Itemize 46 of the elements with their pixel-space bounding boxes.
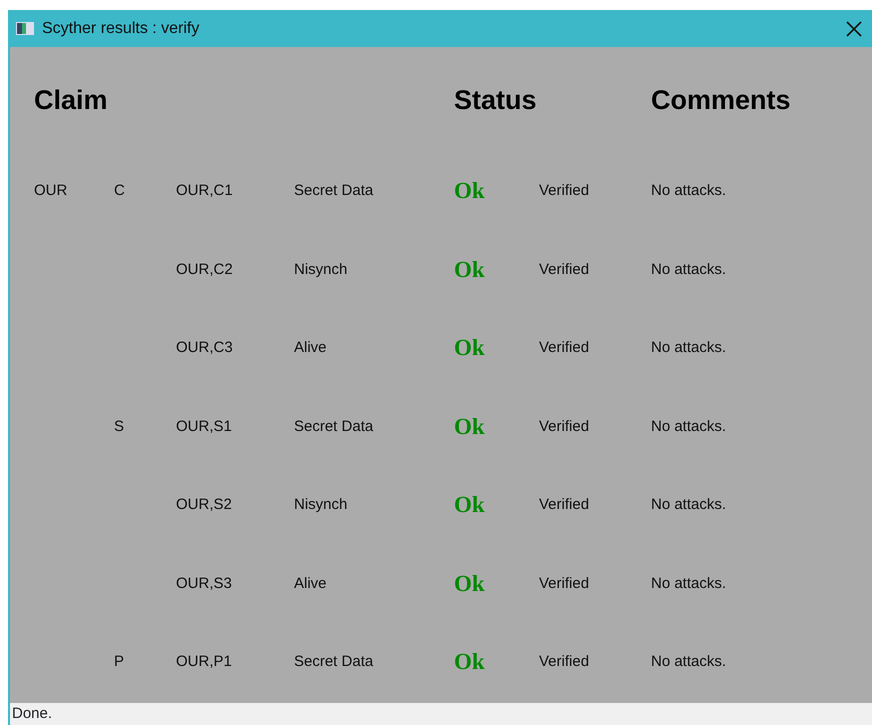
status-text: Ok	[454, 648, 485, 676]
status-text: Ok	[454, 412, 485, 441]
comment-cell-text: No attacks.	[651, 260, 726, 280]
claim-id-cell-text: OUR,S2	[176, 495, 232, 516]
result-cell-text: Verified	[539, 495, 590, 516]
comment-cell-text: No attacks.	[651, 338, 726, 358]
claim-id-cell-text: OUR,P1	[176, 652, 232, 672]
column-header: Claim	[34, 84, 108, 118]
claim-type-cell-text: Alive	[294, 574, 327, 594]
claim-type-cell-text: Secret Data	[294, 652, 374, 672]
result-cell-text: Verified	[539, 338, 590, 358]
status-text: Ok	[454, 177, 485, 206]
column-header: Comments	[651, 84, 791, 118]
claim-id-cell-text: OUR,C1	[176, 181, 233, 202]
status-text: Done.	[12, 704, 52, 724]
claim-type-cell-text: Secret Data	[294, 416, 374, 437]
comment-cell-text: No attacks.	[651, 181, 726, 202]
window-title: Scyther results : verify	[42, 18, 200, 38]
comment-cell-text: No attacks.	[651, 652, 726, 672]
comment-cell-text: No attacks.	[651, 574, 726, 594]
role-cell-text: C	[114, 181, 125, 202]
column-header: Status	[454, 84, 537, 118]
claim-id-cell-text: OUR,C2	[176, 260, 233, 280]
window-icon	[16, 22, 34, 35]
result-cell-text: Verified	[539, 574, 590, 594]
status-text: Ok	[454, 570, 485, 598]
claim-id-cell-text: OUR,C3	[176, 338, 233, 358]
role-cell-text: S	[114, 416, 124, 437]
role-cell-text: P	[114, 652, 124, 672]
claim-type-cell-text: Alive	[294, 338, 327, 358]
result-cell-text: Verified	[539, 260, 590, 280]
status-text: Ok	[454, 256, 485, 284]
claim-type-cell-text: Nisynch	[294, 495, 348, 516]
result-cell-text: Verified	[539, 652, 590, 672]
result-cell-text: Verified	[539, 181, 590, 202]
comment-cell-text: No attacks.	[651, 416, 726, 437]
comment-cell-text: No attacks.	[651, 495, 726, 516]
status-text: Ok	[454, 491, 485, 520]
result-cell-text: Verified	[539, 416, 590, 437]
claim-type-cell-text: Secret Data	[294, 181, 374, 202]
claim-id-cell-text: OUR,S3	[176, 574, 232, 594]
protocol-cell-text: OUR	[34, 181, 68, 202]
status-text: Ok	[454, 334, 485, 362]
claim-id-cell-text: OUR,S1	[176, 416, 232, 437]
claim-type-cell-text: Nisynch	[294, 260, 348, 280]
close-icon	[846, 20, 862, 36]
